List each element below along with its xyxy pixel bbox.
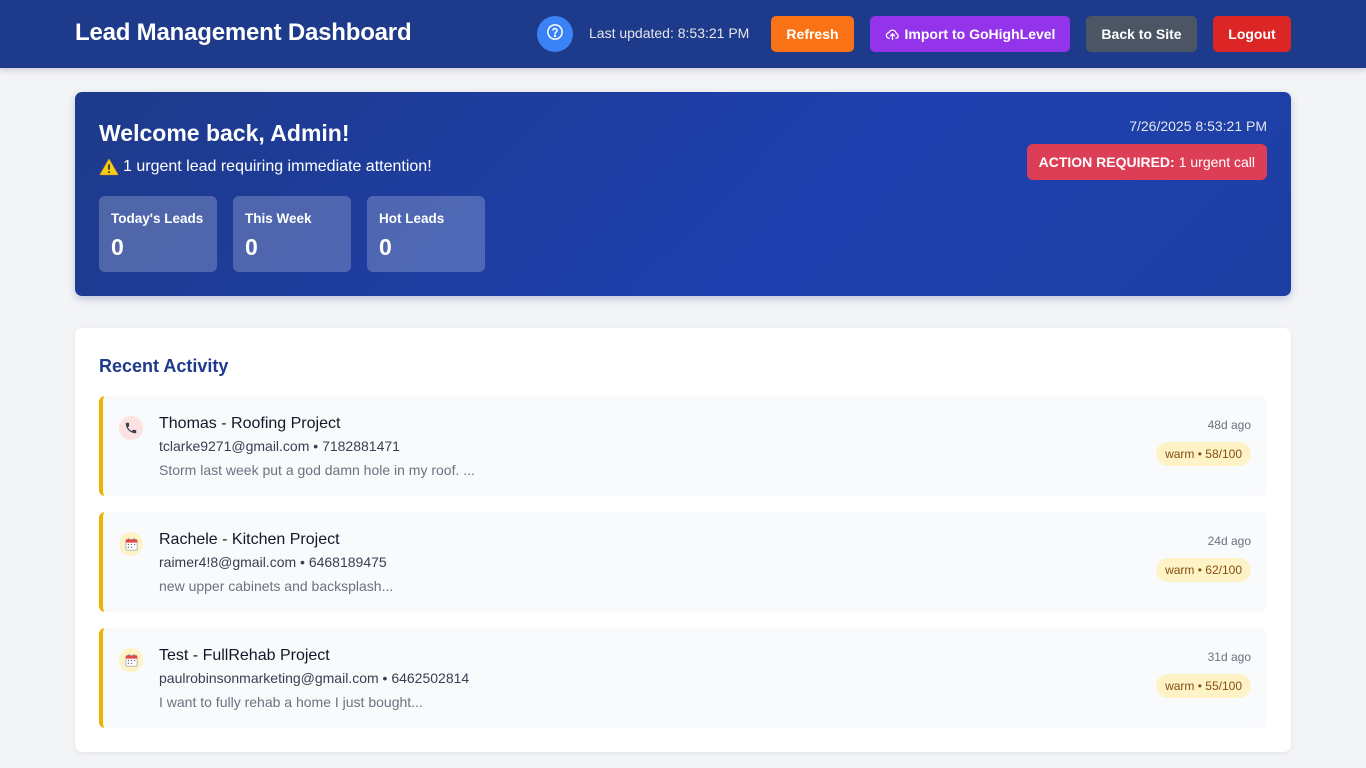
top-bar: Lead Management Dashboard Last updated: … — [0, 0, 1366, 68]
activity-item[interactable]: Rachele - Kitchen Project raimer4!8@gmai… — [99, 512, 1267, 612]
urgent-alert-text: 1 urgent lead requiring immediate attent… — [123, 158, 432, 175]
stat-this-week: This Week 0 — [233, 196, 351, 272]
lead-name: Rachele - Kitchen Project — [159, 531, 340, 548]
page-title: Lead Management Dashboard — [75, 19, 412, 46]
action-required-text: 1 urgent call — [1178, 154, 1255, 170]
refresh-button[interactable]: Refresh — [771, 16, 854, 52]
lead-message: new upper cabinets and backsplash... — [159, 578, 394, 594]
action-required-label: ACTION REQUIRED: — [1038, 154, 1175, 170]
logout-button[interactable]: Logout — [1213, 16, 1291, 52]
stat-todays-leads: Today's Leads 0 — [99, 196, 217, 272]
lead-score-badge: warm • 55/100 — [1156, 674, 1251, 698]
action-required-badge[interactable]: ACTION REQUIRED: 1 urgent call — [1026, 144, 1267, 180]
import-to-gohighlevel-button[interactable]: Import to GoHighLevel — [870, 16, 1070, 52]
lead-name: Test - FullRehab Project — [159, 647, 330, 664]
welcome-title: Welcome back, Admin! — [99, 120, 350, 146]
lead-contact: raimer4!8@gmail.com • 6468189475 — [159, 554, 387, 570]
stat-label: Hot Leads — [379, 211, 445, 226]
phone-icon — [119, 416, 143, 440]
current-datetime: 7/26/2025 8:53:21 PM — [1129, 118, 1267, 134]
stat-label: This Week — [245, 211, 312, 226]
question-circle-icon — [546, 23, 564, 46]
activity-item[interactable]: Thomas - Roofing Project tclarke9271@gma… — [99, 396, 1267, 496]
lead-name: Thomas - Roofing Project — [159, 415, 341, 432]
urgent-alert: 1 urgent lead requiring immediate attent… — [99, 158, 432, 176]
lead-contact: tclarke9271@gmail.com • 7182881471 — [159, 438, 400, 454]
stat-hot-leads: Hot Leads 0 — [367, 196, 485, 272]
welcome-panel: Welcome back, Admin! 1 urgent lead requi… — [75, 92, 1291, 296]
lead-score-badge: warm • 62/100 — [1156, 558, 1251, 582]
activity-item[interactable]: Test - FullRehab Project paulrobinsonmar… — [99, 628, 1267, 728]
lead-message: I want to fully rehab a home I just boug… — [159, 694, 423, 710]
lead-time: 48d ago — [1207, 418, 1251, 432]
stat-value: 0 — [111, 234, 124, 260]
warning-icon — [99, 158, 119, 176]
cloud-upload-icon — [885, 27, 900, 42]
lead-contact: paulrobinsonmarketing@gmail.com • 646250… — [159, 670, 470, 686]
lead-time: 31d ago — [1207, 650, 1251, 664]
lead-score-badge: warm • 58/100 — [1156, 442, 1251, 466]
import-button-label: Import to GoHighLevel — [904, 26, 1056, 42]
stat-value: 0 — [379, 234, 392, 260]
back-to-site-button[interactable]: Back to Site — [1086, 16, 1197, 52]
help-button[interactable] — [537, 16, 573, 52]
calendar-icon — [119, 648, 143, 672]
last-updated-text: Last updated: 8:53:21 PM — [589, 25, 750, 41]
recent-activity-title: Recent Activity — [99, 356, 229, 376]
lead-message: Storm last week put a god damn hole in m… — [159, 462, 475, 478]
lead-time: 24d ago — [1207, 534, 1251, 548]
stat-label: Today's Leads — [111, 211, 204, 226]
stat-value: 0 — [245, 234, 258, 260]
recent-activity-panel: Recent Activity Thomas - Roofing Project… — [75, 328, 1291, 752]
calendar-icon — [119, 532, 143, 556]
